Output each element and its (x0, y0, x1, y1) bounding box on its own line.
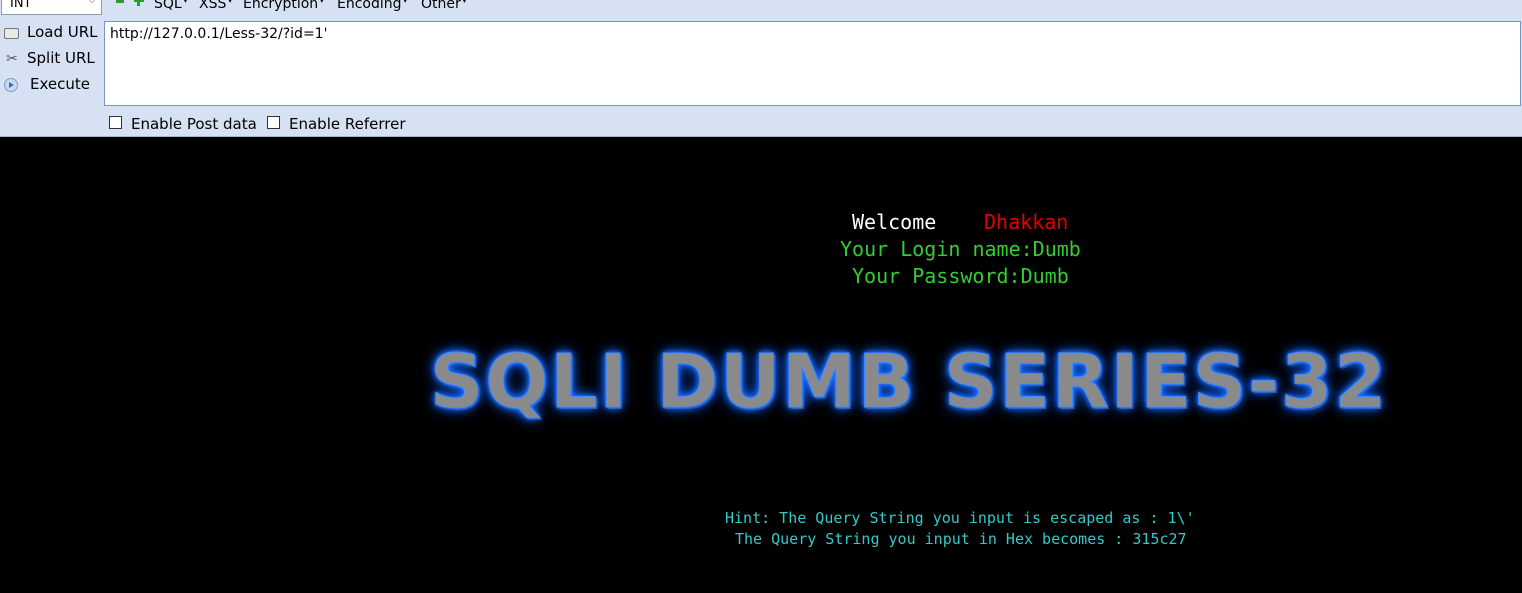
menu-sql-label: SQL (154, 0, 182, 12)
enable-post-data-label: Enable Post data (131, 115, 257, 133)
login-name-text: Your Login name:Dumb (840, 237, 1081, 261)
user-name-text: Dhakkan (984, 210, 1069, 234)
chevron-down-icon: ⌵ (88, 0, 96, 6)
menu-xss-label: XSS (199, 0, 227, 12)
dropdown-arrow-icon: ▼ (182, 0, 189, 4)
execute-label: Execute (30, 75, 90, 93)
menu-encryption[interactable]: Encryption▼ (243, 0, 325, 12)
play-icon (4, 78, 18, 92)
menu-other[interactable]: Other▼ (421, 0, 467, 12)
password-text: Your Password:Dumb (852, 264, 1069, 288)
checkbox-box[interactable] (267, 116, 280, 129)
menu-encryption-label: Encryption (243, 0, 319, 12)
hackbar-toolbar: INT ⌵ SQL▼ XSS▼ Encryption▼ Encoding▼ Ot… (0, 0, 1522, 137)
enable-referrer-label: Enable Referrer (289, 115, 406, 133)
split-url-label: Split URL (27, 49, 95, 67)
dropdown-arrow-icon: ▼ (402, 0, 408, 4)
menu-encoding-label: Encoding (337, 0, 402, 12)
dropdown-arrow-icon: ▼ (461, 0, 468, 4)
series-banner-image: SQLI DUMB SERIES-32 (430, 339, 1388, 426)
hint-escaped-text: Hint: The Query String you input is esca… (725, 509, 1195, 527)
load-url-icon (4, 28, 19, 39)
dropdown-arrow-icon: ▼ (319, 0, 325, 4)
dropdown-arrow-icon: ▼ (227, 0, 233, 4)
checkbox-box[interactable] (109, 116, 122, 129)
menu-sql[interactable]: SQL▼ (154, 0, 188, 12)
load-url-label: Load URL (27, 23, 98, 41)
menu-encoding[interactable]: Encoding▼ (337, 0, 408, 12)
welcome-text: Welcome (852, 210, 937, 234)
hint-hex-text: The Query String you input in Hex become… (735, 530, 1187, 548)
increase-icon[interactable] (134, 0, 144, 6)
menu-other-label: Other (421, 0, 461, 12)
decrease-icon[interactable] (116, 0, 124, 3)
scissors-icon: ✂ (6, 51, 18, 67)
menu-xss[interactable]: XSS▼ (199, 0, 233, 12)
url-input[interactable]: http://127.0.0.1/Less-32/?id=1' (104, 21, 1521, 106)
select-value: INT (10, 0, 32, 11)
injection-type-select[interactable]: INT ⌵ (1, 0, 102, 15)
